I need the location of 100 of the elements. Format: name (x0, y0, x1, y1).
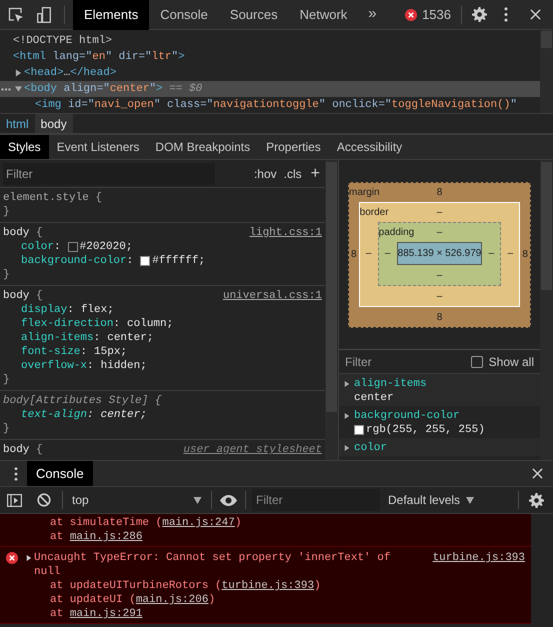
property-value: #202020; (80, 240, 132, 254)
collapsed-arrow-icon[interactable] (15, 69, 22, 77)
more-tabs-button[interactable]: » (358, 3, 387, 26)
dropdown-arrow-icon (466, 496, 474, 504)
property-name: font-size: (21, 345, 88, 359)
settings-icon[interactable] (472, 7, 487, 22)
sub-tab[interactable]: DOM Breakpoints (147, 135, 258, 159)
sub-tab[interactable]: Event Listeners (48, 135, 148, 159)
filter-field[interactable]: Filter (3, 162, 215, 184)
source-link[interactable]: universal.css:1 (222, 289, 322, 303)
box-value: 8 (436, 310, 444, 324)
property-value: center; (100, 408, 147, 422)
breadcrumb[interactable]: body (34, 114, 73, 133)
html-element-line[interactable]: <!DOCTYPE html> (13, 32, 112, 50)
ellipsis-icon[interactable] (1, 88, 11, 91)
sidebar-toggle-icon[interactable] (7, 494, 22, 506)
closing-brace: } (3, 422, 11, 436)
border-label: border (360, 206, 390, 220)
context-dropdown[interactable]: top (63, 489, 211, 511)
drawer-tab[interactable]: Console (27, 460, 93, 486)
error-count: 1536 (422, 6, 451, 24)
property-name: display: (21, 303, 74, 317)
stack-frame: at simulateTime (main.js:247) (0, 516, 531, 530)
expanded-arrow-icon[interactable] (15, 85, 22, 93)
more-options-icon[interactable] (14, 466, 18, 480)
breadcrumb[interactable]: html (0, 114, 35, 133)
collapsed-arrow-icon[interactable] (344, 444, 350, 452)
closing-brace: } (3, 205, 11, 219)
more-options-icon[interactable] (504, 7, 508, 22)
content-box: 885.139 × 526.979 (396, 242, 482, 264)
box-value: – (488, 246, 496, 260)
property-name: flex-direction: (21, 317, 120, 331)
close-icon[interactable] (530, 9, 541, 20)
new-rule-button[interactable]: + (306, 166, 325, 182)
property-value: center; (107, 331, 154, 345)
collapsed-arrow-icon[interactable] (26, 554, 32, 562)
scrollbar[interactable] (540, 30, 553, 113)
source-link[interactable]: main.js:291 (70, 608, 142, 620)
device-toolbar-icon[interactable] (37, 6, 51, 22)
source-link[interactable]: light.css:1 (249, 226, 322, 240)
css-selector: body { (3, 289, 43, 303)
panel-tab[interactable]: Sources (218, 0, 289, 30)
panel-tab[interactable]: Network (288, 0, 358, 30)
scrollbar[interactable] (325, 160, 338, 460)
property-name: text-align: (21, 408, 94, 422)
sub-tab[interactable]: Properties (258, 135, 329, 159)
property-name: align-items: (21, 331, 100, 345)
source-link[interactable]: main.js:247 (162, 517, 235, 529)
source-link[interactable]: main.js:286 (70, 531, 142, 543)
filter-field[interactable]: Filter (345, 352, 455, 370)
stack-frame: at main.js:286 (0, 530, 531, 544)
error-icon (405, 8, 418, 20)
property-value: hidden; (100, 359, 147, 373)
property-name: background-color: (21, 254, 134, 268)
source-link[interactable]: turbine.js:393 (222, 580, 314, 592)
color-swatch[interactable] (140, 256, 150, 266)
box-value: 8 (350, 248, 358, 262)
property-value: 15px; (94, 345, 128, 359)
property-value: rgb(255, 255, 255) (366, 423, 485, 437)
filter-field[interactable]: Filter (252, 489, 380, 511)
inspect-icon[interactable] (8, 6, 24, 22)
box-value: 8 (436, 186, 442, 200)
settings-icon[interactable] (529, 492, 544, 508)
sub-tab[interactable]: Styles (0, 135, 49, 159)
box-value: 8 (521, 248, 529, 262)
box-value: – (436, 268, 444, 282)
box-value: – (436, 290, 444, 304)
closing-brace: } (3, 268, 11, 282)
stack-frame: at updateUITurbineRotors (turbine.js:393) (0, 579, 531, 593)
source-link[interactable]: user agent stylesheet (183, 443, 322, 457)
panel-tab[interactable]: Console (149, 0, 219, 30)
source-link[interactable]: turbine.js:393 (432, 551, 525, 565)
property-name: overflow-x: (21, 359, 94, 373)
checkbox-label: Show all (488, 354, 534, 370)
checkbox[interactable] (470, 356, 483, 368)
clear-console-icon[interactable] (37, 493, 51, 507)
scrollbar[interactable] (540, 160, 553, 460)
log-levels-dropdown[interactable]: Default levels (388, 491, 474, 509)
color-swatch[interactable] (68, 242, 78, 252)
sub-tab[interactable]: Accessibility (328, 135, 410, 159)
html-element-line[interactable]: <html lang="en" dir="ltr"> (13, 48, 185, 66)
eye-icon[interactable] (220, 494, 237, 506)
box-value: – (364, 247, 372, 261)
source-link[interactable]: main.js:206 (136, 594, 208, 606)
box-value: – (436, 206, 442, 220)
css-selector: body[Attributes Style] { (3, 394, 162, 408)
collapsed-arrow-icon[interactable] (344, 380, 350, 388)
box-value: – (506, 247, 514, 261)
collapsed-arrow-icon[interactable] (344, 412, 350, 420)
panel-tab[interactable]: Elements (73, 0, 150, 30)
margin-label: margin (349, 186, 381, 200)
class-toggle[interactable]: .cls (280, 164, 306, 182)
close-icon[interactable] (532, 468, 543, 479)
hover-state-toggle[interactable]: :hov (250, 164, 280, 182)
property-name: color: (21, 240, 61, 254)
box-value: – (436, 226, 442, 240)
html-element-line[interactable]: <head>…</head> (24, 64, 116, 82)
padding-label: padding (378, 226, 416, 240)
html-element-line[interactable]: <img id="navi_open" class="navigationtoggle" onclick="toggleNavigation()" (35, 96, 517, 113)
closing-brace: } (3, 373, 11, 387)
